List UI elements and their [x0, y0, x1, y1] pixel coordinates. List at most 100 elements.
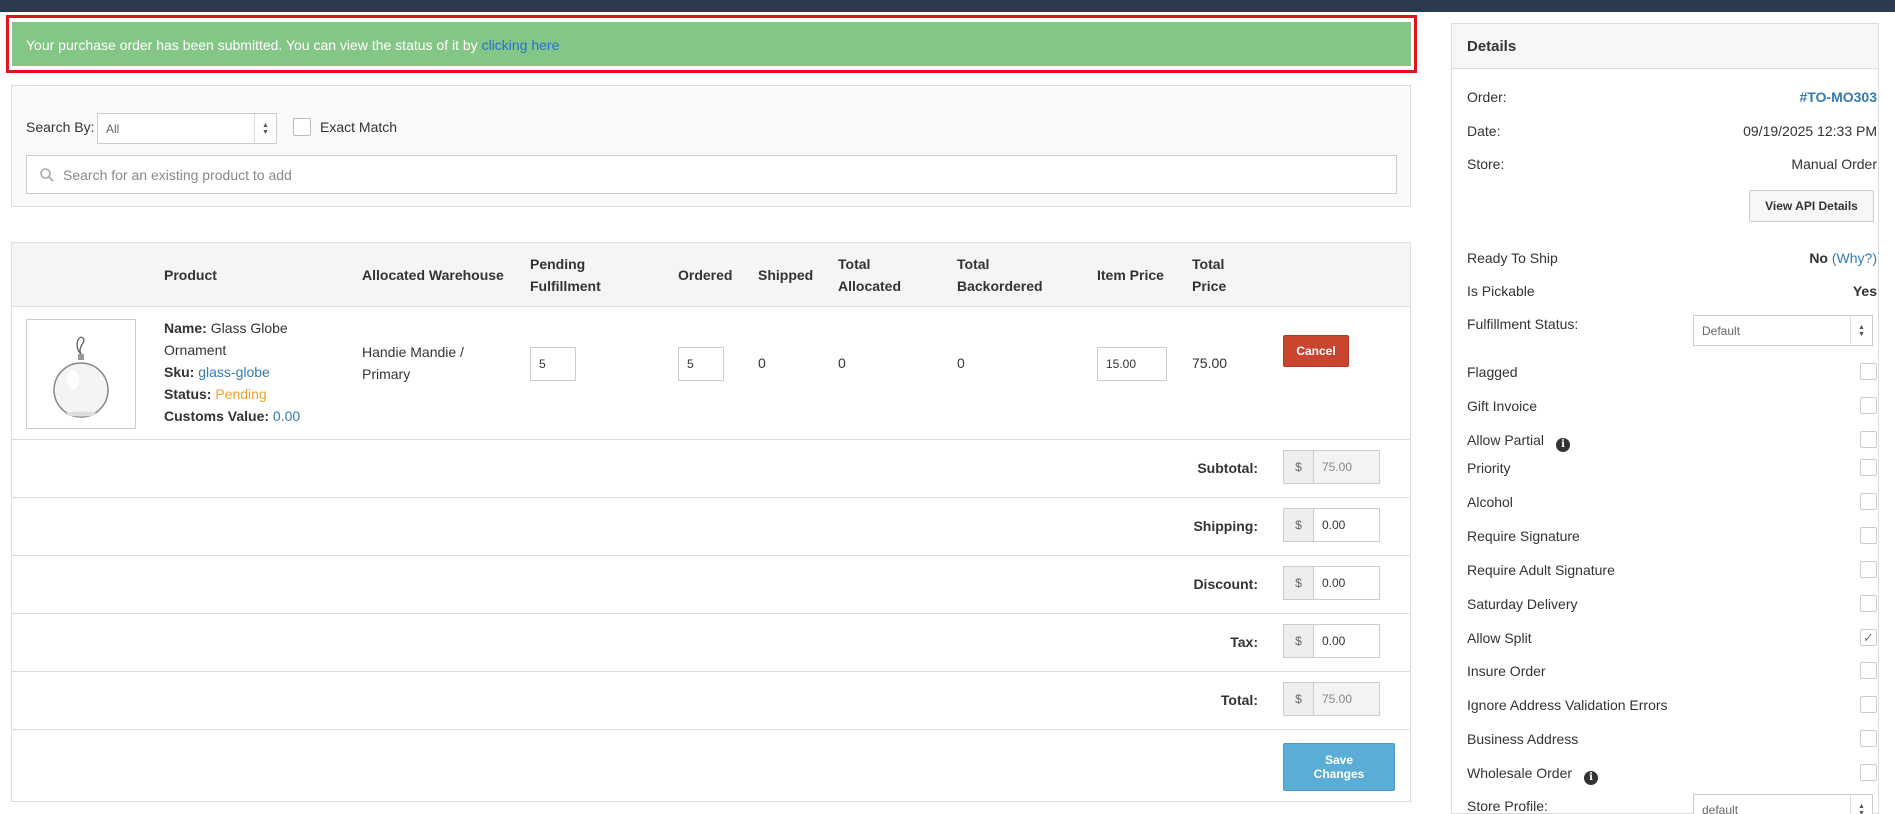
select-arrows-icon: ▲ ▼ [1850, 316, 1872, 345]
store-profile-value: default [1702, 802, 1739, 814]
alert-status-link[interactable]: clicking here [482, 37, 560, 53]
is-pickable-row: Is Pickable Yes [1467, 279, 1877, 303]
ready-to-ship-label: Ready To Ship [1467, 250, 1558, 266]
pending-fulfillment-input[interactable] [530, 347, 576, 381]
search-by-label: Search By: [26, 119, 95, 135]
header-pending-fulfillment: Pending Fulfillment [530, 256, 601, 294]
info-icon[interactable]: i [1556, 438, 1571, 452]
order-items-table: Product Allocated Warehouse Pending Fulfi… [11, 242, 1411, 802]
details-title: Details [1452, 24, 1878, 69]
flag-row-saturday-delivery: Saturday Delivery [1467, 592, 1877, 616]
shipped-value: 0 [758, 355, 766, 371]
flag-label: Flagged [1467, 364, 1518, 380]
total-input [1314, 683, 1379, 715]
flag-label: Allow Partial [1467, 432, 1545, 448]
flag-row-insure-order: Insure Order [1467, 659, 1877, 683]
sku-label: Sku: [164, 364, 195, 380]
total-label: Total: [1220, 692, 1258, 708]
require-signature-checkbox[interactable] [1860, 527, 1877, 544]
flag-row-allow-partial: Allow Partial i [1467, 428, 1877, 452]
flag-label: Wholesale Order [1467, 765, 1573, 781]
top-nav-bar [0, 0, 1895, 12]
header-total-backordered: Total Backordered [957, 256, 1043, 294]
fulfillment-status-value: Default [1702, 323, 1741, 338]
product-thumbnail[interactable] [26, 319, 136, 429]
cancel-item-button[interactable]: Cancel [1283, 335, 1349, 367]
select-arrows-icon: ▲ ▼ [254, 114, 276, 143]
ordered-input[interactable] [678, 347, 724, 381]
store-profile-select[interactable]: default ▲ ▼ [1693, 794, 1873, 814]
search-by-value: All [106, 121, 120, 136]
info-icon[interactable]: i [1584, 771, 1599, 785]
flag-row-flagged: Flagged [1467, 360, 1877, 384]
tax-row: Tax: $ [12, 614, 1410, 672]
select-arrows-icon: ▲ ▼ [1850, 795, 1872, 814]
shipping-label: Shipping: [1193, 518, 1258, 534]
product-search-panel: Search By: All ▲ ▼ Exact Match [11, 85, 1411, 207]
order-number-link[interactable]: #TO-MO303 [1799, 89, 1877, 105]
exact-match-label: Exact Match [320, 119, 398, 135]
details-panel: Details Order: #TO-MO303 Date: 09/19/202… [1451, 23, 1879, 814]
saturday-delivery-checkbox[interactable] [1860, 595, 1877, 612]
item-price-input[interactable] [1097, 347, 1167, 381]
header-warehouse: Allocated Warehouse [362, 267, 504, 283]
allocated-warehouse: Handie Mandie / Primary [362, 344, 464, 382]
flag-row-require-signature: Require Signature [1467, 524, 1877, 548]
ignore-address-validation-checkbox[interactable] [1860, 696, 1877, 713]
customs-value-link[interactable]: 0.00 [273, 408, 300, 424]
flag-row-ignore-address-validation: Ignore Address Validation Errors [1467, 693, 1877, 717]
status-label: Status: [164, 386, 212, 402]
product-sku-link[interactable]: glass-globe [198, 364, 270, 380]
flag-label: Ignore Address Validation Errors [1467, 697, 1668, 713]
shipping-row: Shipping: $ [12, 498, 1410, 556]
tax-input[interactable] [1314, 625, 1379, 657]
priority-checkbox[interactable] [1860, 459, 1877, 476]
subtotal-row: Subtotal: $ [12, 440, 1410, 498]
search-by-select[interactable]: All ▲ ▼ [97, 113, 277, 144]
total-row: Total: $ [12, 672, 1410, 730]
save-changes-button[interactable]: Save Changes [1283, 743, 1395, 791]
total-backordered-value: 0 [957, 355, 965, 371]
view-api-details-button[interactable]: View API Details [1749, 190, 1874, 222]
search-icon [40, 167, 54, 182]
allow-partial-checkbox[interactable] [1860, 431, 1877, 448]
flag-label: Require Signature [1467, 528, 1580, 544]
flag-label: Alcohol [1467, 494, 1513, 510]
require-adult-signature-checkbox[interactable] [1860, 561, 1877, 578]
subtotal-field: $ [1283, 450, 1380, 484]
gift-invoice-checkbox[interactable] [1860, 397, 1877, 414]
dollar-addon: $ [1284, 625, 1314, 657]
discount-input[interactable] [1314, 567, 1379, 599]
flag-row-business-address: Business Address [1467, 727, 1877, 751]
is-pickable-value: Yes [1852, 283, 1877, 299]
flag-label-wrap: Allow Partial i [1467, 432, 1571, 452]
wholesale-order-checkbox[interactable] [1860, 764, 1877, 781]
product-search-box [26, 155, 1397, 194]
is-pickable-label: Is Pickable [1467, 283, 1535, 299]
subtotal-input [1314, 451, 1379, 483]
product-search-input[interactable] [63, 166, 1396, 183]
store-profile-label: Store Profile: [1467, 798, 1548, 814]
header-product: Product [164, 267, 217, 283]
allow-split-checkbox[interactable]: ✓ [1860, 629, 1877, 646]
total-field: $ [1283, 682, 1380, 716]
store-value: Manual Order [1791, 156, 1877, 172]
flag-label: Business Address [1467, 731, 1579, 747]
business-address-checkbox[interactable] [1860, 730, 1877, 747]
shipping-input[interactable] [1314, 509, 1379, 541]
flag-label: Allow Split [1467, 630, 1532, 646]
why-link[interactable]: (Why?) [1832, 250, 1877, 266]
insure-order-checkbox[interactable] [1860, 662, 1877, 679]
flag-label-wrap: Wholesale Order i [1467, 765, 1599, 785]
alert-message: Your purchase order has been submitted. … [26, 37, 478, 53]
flag-label: Gift Invoice [1467, 398, 1538, 414]
flagged-checkbox[interactable] [1860, 363, 1877, 380]
flag-row-gift-invoice: Gift Invoice [1467, 394, 1877, 418]
alcohol-checkbox[interactable] [1860, 493, 1877, 510]
ornament-image [53, 336, 109, 418]
table-header: Product Allocated Warehouse Pending Fulfi… [12, 243, 1410, 307]
fulfillment-status-select[interactable]: Default ▲ ▼ [1693, 315, 1873, 346]
header-item-price: Item Price [1097, 267, 1164, 283]
exact-match-checkbox[interactable] [293, 118, 311, 136]
ready-to-ship-row: Ready To Ship No (Why?) [1467, 246, 1877, 270]
